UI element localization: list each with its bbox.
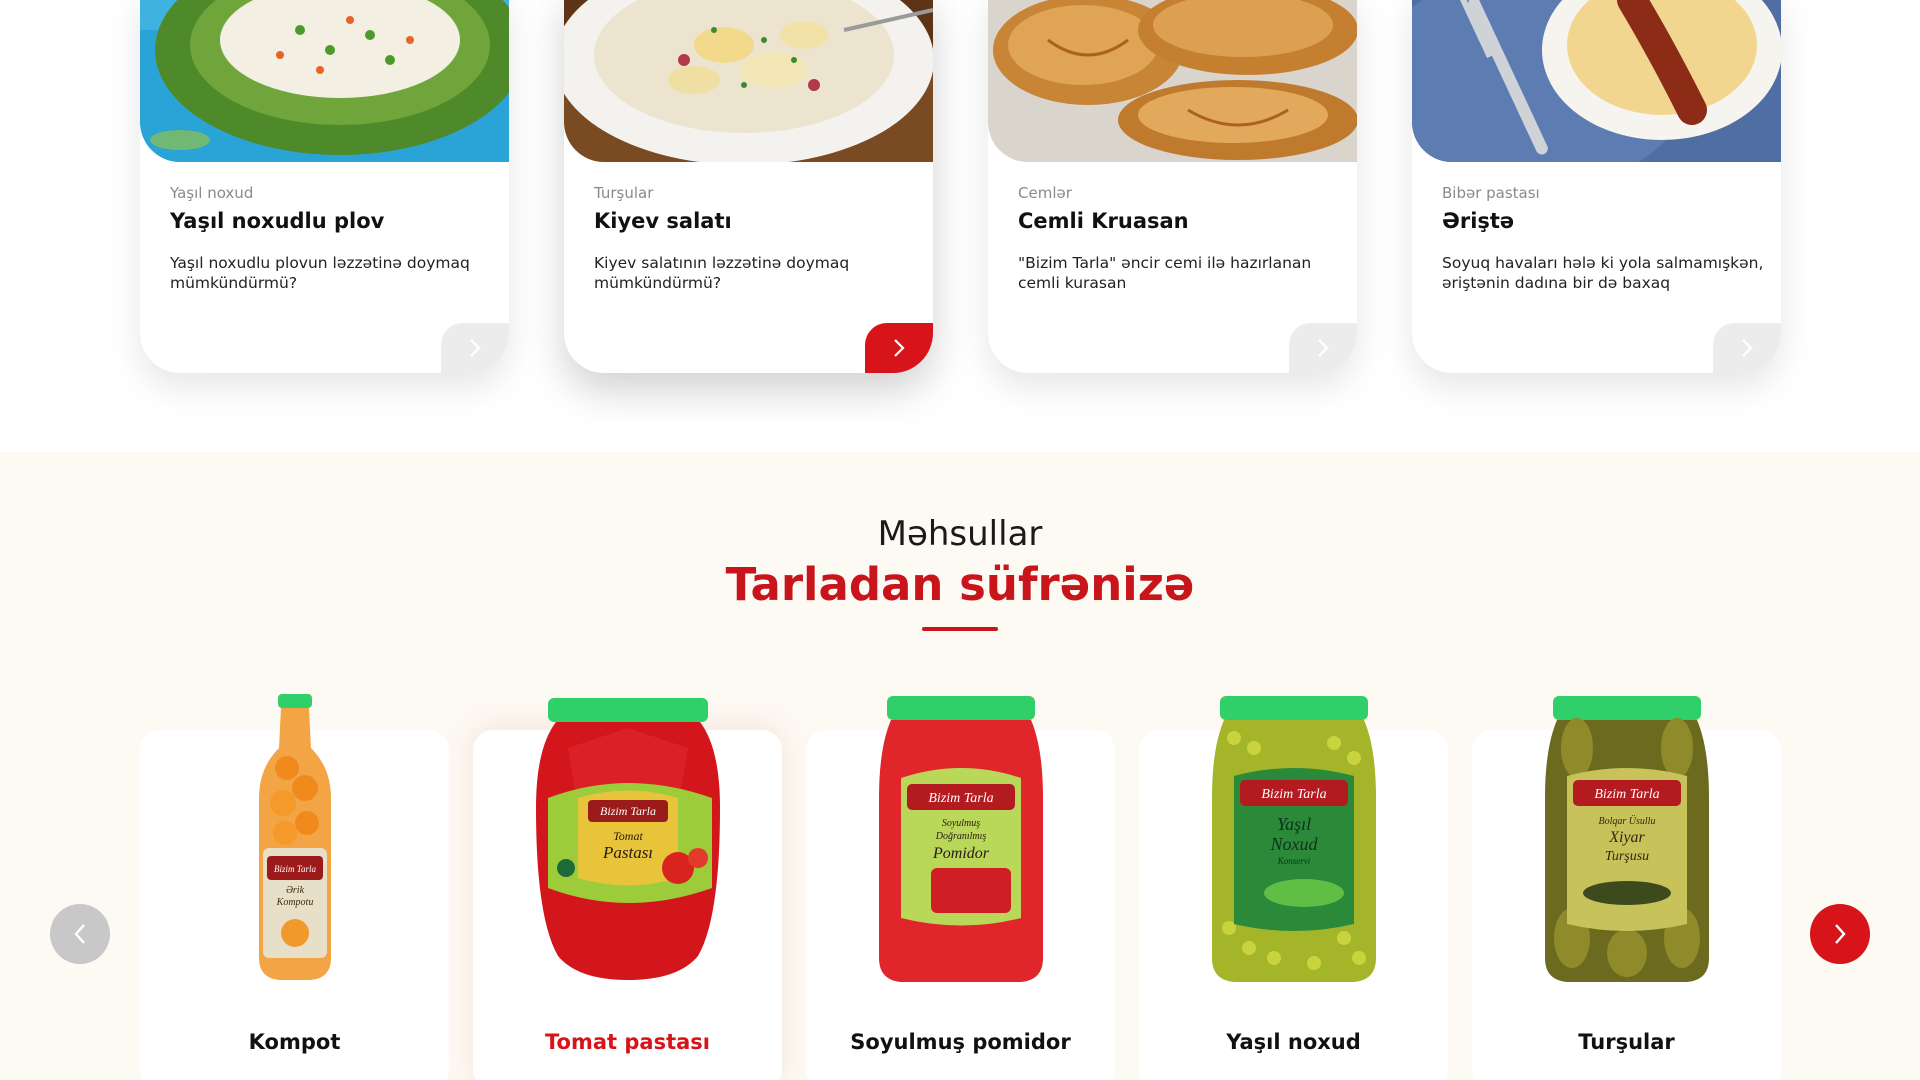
recipe-open-button[interactable]	[1289, 323, 1357, 373]
recipe-description: Soyuq havaları hələ ki yola salmamışkən,…	[1442, 254, 1764, 292]
products-section: Məhsullar Tarladan süfrənizə Bizim Tarla…	[0, 452, 1920, 1080]
label-product-type: Turşusu	[1604, 849, 1648, 864]
recipe-category: Bibər pastası	[1442, 184, 1540, 202]
recipe-card[interactable]: Turşular Kiyev salatı Kiyev salatının lə…	[564, 0, 933, 373]
recipe-title[interactable]: Əriştə	[1442, 209, 1514, 233]
recipe-open-button[interactable]	[1713, 323, 1781, 373]
product-card[interactable]: Bizim Tarla Yaşıl Noxud Konservi Yaşıl n…	[1139, 696, 1448, 1080]
recipe-description: "Bizim Tarla" əncir cemi ilə hazırlanan …	[1018, 254, 1312, 292]
recipe-title[interactable]: Yaşıl noxudlu plov	[170, 209, 384, 233]
label-product-name: Xiyar	[1608, 829, 1645, 846]
product-image-peeled-tomato-jar: Bizim Tarla Soyulmuş Doğranılmış Pomidor	[806, 688, 1115, 988]
product-name[interactable]: Kompot	[140, 1030, 449, 1054]
product-name[interactable]: Soyulmuş pomidor	[806, 1030, 1115, 1054]
label-product-name: Soyulmuş	[941, 818, 979, 829]
product-name[interactable]: Turşular	[1472, 1030, 1781, 1054]
chevron-right-icon	[894, 339, 905, 357]
product-card[interactable]: Bizim Tarla Tomat Pastası Tomat pastası	[473, 698, 782, 1080]
carousel-next-button[interactable]	[1810, 904, 1870, 964]
recipe-image-salad	[564, 0, 933, 162]
label-product-name: Yaşıl	[1276, 814, 1310, 834]
recipe-category: Turşular	[594, 184, 654, 202]
label-product-type: Noxud	[1269, 834, 1318, 854]
recipe-category: Cemlər	[1018, 184, 1072, 202]
product-image-green-peas-jar: Bizim Tarla Yaşıl Noxud Konservi	[1139, 688, 1448, 988]
recipe-image-croissant	[988, 0, 1357, 162]
product-card[interactable]: Bizim Tarla Bolqar Üsullu Xiyar Turşusu …	[1472, 696, 1781, 1080]
recipe-open-button[interactable]	[865, 323, 933, 373]
label-product-type: Pomidor	[932, 845, 990, 862]
label-product-name: Ərik	[285, 885, 304, 896]
recipe-card[interactable]: Yaşıl noxud Yaşıl noxudlu plov Yaşıl nox…	[140, 0, 509, 373]
carousel-prev-button[interactable]	[50, 904, 110, 964]
label-product-name: Tomat	[613, 829, 643, 843]
chevron-right-icon	[470, 339, 481, 357]
headline-divider	[922, 627, 998, 631]
product-image-compote-bottle: Bizim Tarla Ərik Kompotu	[140, 688, 449, 988]
recipe-title[interactable]: Cemli Kruasan	[1018, 209, 1189, 233]
label-brand: Bizim Tarla	[1261, 787, 1326, 802]
label-product-type: Kompotu	[275, 897, 313, 908]
product-card[interactable]: Bizim Tarla Ərik Kompotu Kompot	[140, 694, 449, 1080]
recipe-description: Kiyev salatının ləzzətinə doymaq mümkünd…	[594, 254, 850, 292]
recipe-image-pilaf	[140, 0, 509, 162]
label-product-detail: Bolqar Üsullu	[1598, 815, 1655, 827]
recipe-category: Yaşıl noxud	[170, 184, 254, 202]
product-image-tomato-paste-jar: Bizim Tarla Tomat Pastası	[473, 688, 782, 988]
label-brand: Bizim Tarla	[274, 864, 316, 874]
product-name[interactable]: Yaşıl noxud	[1139, 1030, 1448, 1054]
chevron-right-icon	[1742, 339, 1753, 357]
recipe-image-noodles	[1412, 0, 1781, 162]
section-eyebrow: Məhsullar	[877, 514, 1043, 554]
label-product-detail: Doğranılmış	[934, 831, 986, 842]
label-brand: Bizim Tarla	[1594, 787, 1659, 802]
chevron-right-icon	[1835, 924, 1846, 944]
label-brand: Bizim Tarla	[600, 804, 656, 818]
recipe-open-button[interactable]	[441, 323, 509, 373]
section-headline: Tarladan süfrənizə	[725, 558, 1195, 611]
recipes-carousel: Yaşıl noxud Yaşıl noxudlu plov Yaşıl nox…	[0, 0, 1920, 452]
product-name[interactable]: Tomat pastası	[473, 1030, 782, 1054]
chevron-right-icon	[1318, 339, 1329, 357]
product-card[interactable]: Bizim Tarla Soyulmuş Doğranılmış Pomidor…	[806, 696, 1115, 1080]
recipe-description: Yaşıl noxudlu plovun ləzzətinə doymaq mü…	[170, 254, 470, 292]
product-image-pickles-jar: Bizim Tarla Bolqar Üsullu Xiyar Turşusu	[1472, 688, 1781, 988]
label-product-type: Pastası	[601, 843, 652, 862]
recipe-card[interactable]: Cemlər Cemli Kruasan "Bizim Tarla" əncir…	[988, 0, 1357, 373]
chevron-left-icon	[74, 924, 85, 944]
recipe-card[interactable]: Bibər pastası Əriştə Soyuq havaları hələ…	[1412, 0, 1781, 373]
label-brand: Bizim Tarla	[928, 791, 993, 806]
label-product-detail: Konservi	[1276, 856, 1310, 866]
recipe-title[interactable]: Kiyev salatı	[594, 209, 732, 233]
